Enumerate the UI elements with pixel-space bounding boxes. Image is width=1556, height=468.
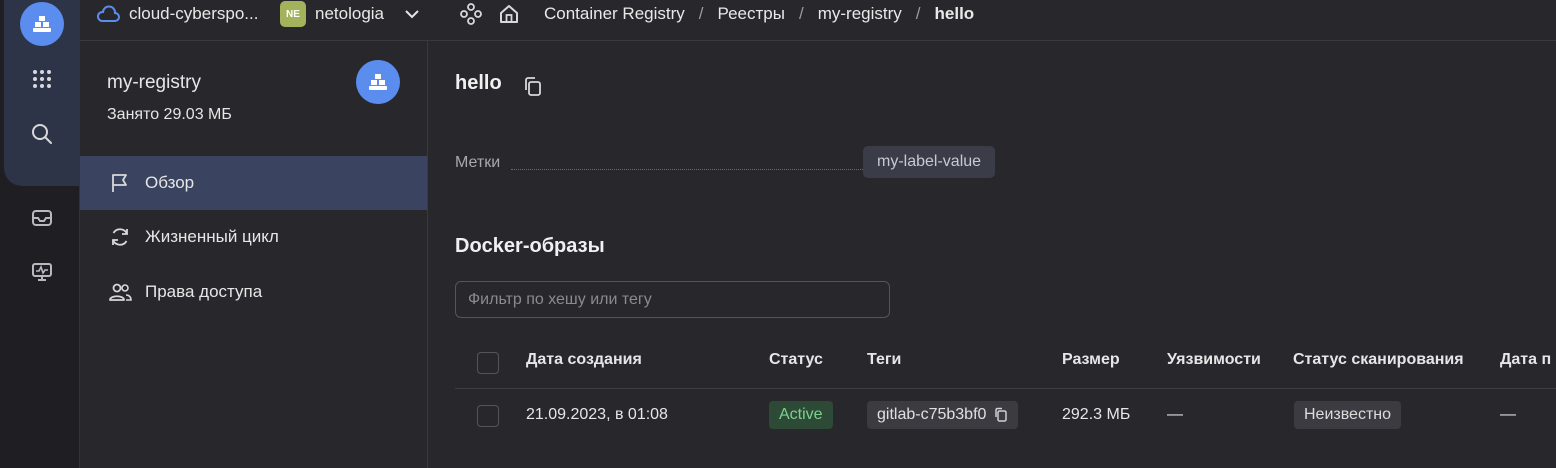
- breadcrumb-item-container-registry[interactable]: Container Registry: [544, 4, 685, 24]
- labels-row: Метки my-label-value: [455, 146, 1007, 182]
- folder-badge: NE: [280, 1, 306, 27]
- registry-title: my-registry: [107, 72, 201, 93]
- inbox-icon: [32, 210, 52, 226]
- header-tags[interactable]: Теги: [867, 351, 901, 369]
- home-icon: [500, 5, 518, 23]
- breadcrumb-separator: /: [915, 4, 921, 23]
- copy-icon[interactable]: [994, 407, 1008, 423]
- copy-button[interactable]: [523, 76, 543, 103]
- sidebar-item-label: Права доступа: [145, 282, 263, 301]
- sidebar-item-access[interactable]: Права доступа: [80, 265, 427, 319]
- sidebar-item-label: Жизненный цикл: [145, 227, 279, 246]
- select-all-checkbox[interactable]: [477, 352, 499, 374]
- left-rail: [0, 0, 80, 468]
- table-row[interactable]: 21.09.2023, в 01:08 Active gitlab-c75b3b…: [455, 389, 1556, 445]
- breadcrumb-item-registries[interactable]: Реестры: [718, 4, 785, 24]
- breadcrumb-item-current: hello: [934, 4, 975, 23]
- sidebar-item-lifecycle[interactable]: Жизненный цикл: [80, 210, 427, 264]
- filter-input[interactable]: [455, 281, 890, 318]
- folder-selector[interactable]: NE netologia: [280, 0, 420, 28]
- grid-icon: [33, 70, 51, 88]
- monitoring-button[interactable]: [20, 250, 64, 294]
- search-icon: [32, 124, 52, 144]
- registry-usage: Занято 29.03 МБ: [107, 106, 232, 123]
- breadcrumb: Container Registry / Реестры / my-regist…: [544, 0, 974, 28]
- monitor-icon: [32, 263, 52, 281]
- folder-name: netologia: [315, 4, 385, 23]
- cell-created: 21.09.2023, в 01:08: [526, 406, 668, 423]
- status-badge: Active: [769, 401, 833, 429]
- header-status[interactable]: Статус: [769, 351, 823, 369]
- cloud-name: cloud-cyberspo...: [129, 4, 259, 23]
- service-graph-button[interactable]: [460, 0, 482, 28]
- header-size[interactable]: Размер: [1062, 351, 1120, 369]
- sidebar-item-label: Обзор: [145, 173, 195, 192]
- sidebar-item-overview[interactable]: Обзор: [80, 156, 427, 210]
- copy-icon: [525, 77, 541, 96]
- scan-status-badge: Неизвестно: [1294, 401, 1402, 429]
- label-chip: my-label-value: [863, 146, 996, 178]
- cell-date-last: —: [1500, 406, 1516, 423]
- cell-size: 292.3 МБ: [1062, 406, 1131, 423]
- all-services-button[interactable]: [20, 57, 64, 101]
- breadcrumb-separator: /: [698, 4, 704, 23]
- docker-images-title: Docker-образы: [455, 235, 605, 257]
- container-icon: [369, 74, 387, 90]
- cloud-selector[interactable]: cloud-cyberspo...: [96, 0, 258, 28]
- home-button[interactable]: [498, 0, 520, 28]
- container-registry-service-button[interactable]: [20, 2, 64, 46]
- tag-chip[interactable]: gitlab-c75b3bf0: [867, 401, 1019, 429]
- breadcrumb-separator: /: [798, 4, 804, 23]
- refresh-icon: [107, 224, 133, 250]
- header-vulnerabilities[interactable]: Уязвимости: [1167, 351, 1261, 369]
- inbox-button[interactable]: [20, 196, 64, 240]
- labels-divider: [511, 169, 887, 170]
- nodes-icon: [460, 3, 482, 25]
- search-button[interactable]: [20, 112, 64, 156]
- sidebar: my-registry Занято 29.03 МБ Обзор Жизнен…: [80, 41, 428, 468]
- breadcrumb-item-registry[interactable]: my-registry: [818, 4, 902, 24]
- cell-vulnerabilities: —: [1167, 406, 1183, 423]
- page-title: hello: [455, 72, 502, 94]
- tag-label: gitlab-c75b3bf0: [877, 406, 987, 423]
- container-icon: [33, 16, 51, 32]
- row-checkbox[interactable]: [477, 405, 499, 427]
- labels-key: Метки: [455, 154, 501, 171]
- header-date-last[interactable]: Дата п: [1500, 351, 1551, 369]
- users-icon: [107, 279, 133, 305]
- flag-icon: [107, 170, 133, 196]
- header-scan-status[interactable]: Статус сканирования: [1293, 351, 1464, 369]
- header-created[interactable]: Дата создания: [526, 351, 642, 369]
- main-content: hello Метки my-label-value Docker-образы…: [428, 41, 1556, 468]
- registry-avatar: [356, 60, 400, 104]
- cloud-icon: [96, 5, 120, 22]
- top-bar: cloud-cyberspo... NE netologia Container…: [80, 0, 1556, 41]
- table-header: Дата создания Статус Теги Размер Уязвимо…: [455, 337, 1556, 389]
- chevron-down-icon[interactable]: [404, 9, 420, 19]
